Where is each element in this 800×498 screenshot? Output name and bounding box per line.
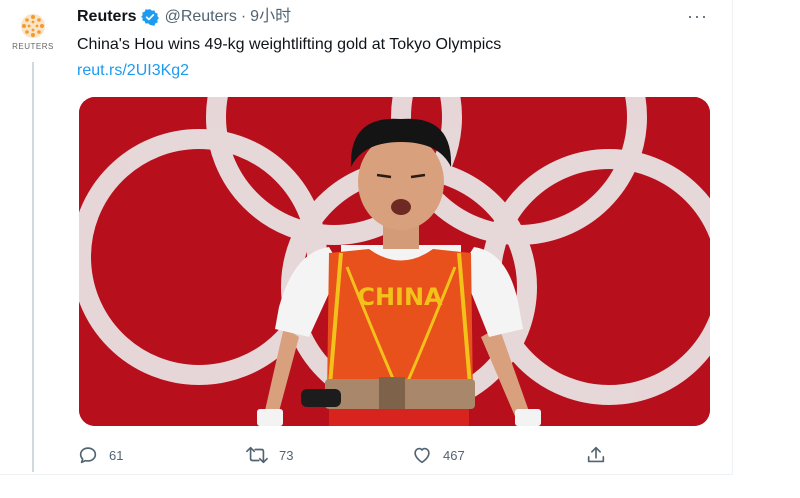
weightlifter-photo: CHINA [79, 97, 710, 426]
tweet-actions: 61 73 467 [77, 440, 617, 470]
tweet-card[interactable]: REUTERS Reuters @Reuters · 9小时 ··· China… [0, 0, 733, 475]
like-button[interactable]: 467 [411, 440, 465, 470]
reply-button[interactable]: 61 [77, 440, 123, 470]
retweet-icon [246, 446, 268, 464]
heart-icon [414, 447, 430, 464]
retweet-count: 73 [279, 447, 294, 463]
thread-line [32, 62, 34, 472]
reuters-avatar[interactable]: REUTERS [8, 6, 58, 56]
author-name[interactable]: Reuters [77, 6, 137, 28]
tweet-header: Reuters @Reuters · 9小时 [77, 6, 291, 28]
more-options-icon[interactable]: ··· [687, 6, 708, 27]
header-separator: · [240, 8, 247, 25]
verified-badge-icon [140, 8, 159, 26]
share-button[interactable] [585, 440, 607, 470]
tweet-link[interactable]: reut.rs/2UI3Kg2 [77, 60, 189, 82]
tweet-timestamp[interactable]: 9小时 [250, 6, 291, 28]
retweet-button[interactable]: 73 [245, 440, 293, 470]
share-icon [587, 446, 605, 463]
reuters-logo-icon [21, 13, 45, 38]
jersey-text: CHINA [357, 283, 443, 311]
reply-icon [79, 447, 97, 464]
avatar-label: REUTERS [12, 41, 54, 51]
like-count: 467 [443, 447, 465, 463]
tweet-photo[interactable]: CHINA [79, 97, 710, 426]
tweet-text: China's Hou wins 49-kg weightlifting gol… [77, 36, 502, 53]
author-handle[interactable]: @Reuters [165, 6, 237, 28]
reply-count: 61 [109, 447, 124, 463]
